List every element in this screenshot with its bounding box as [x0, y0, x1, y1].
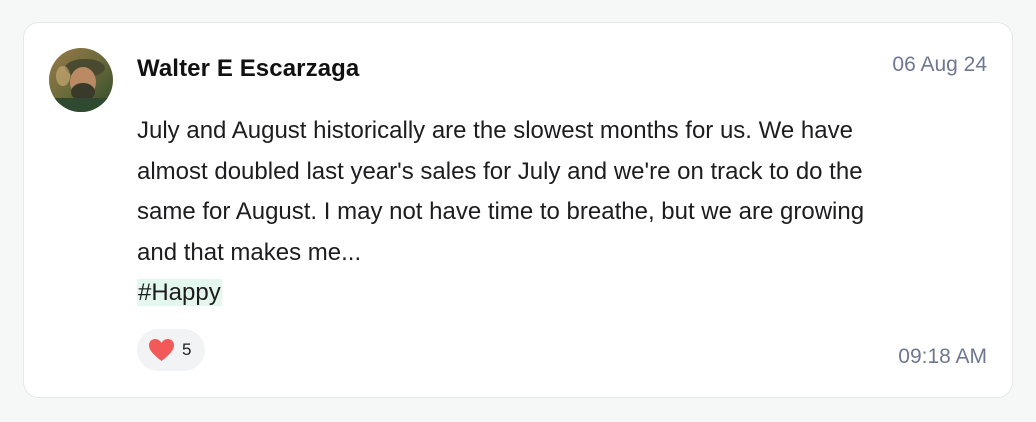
reaction-count: 5 — [182, 340, 192, 359]
hashtag[interactable]: #Happy — [137, 279, 222, 306]
avatar[interactable] — [49, 48, 113, 112]
author-name[interactable]: Walter E Escarzaga — [137, 55, 359, 83]
heart-icon — [149, 339, 174, 361]
post-card: Walter E Escarzaga 06 Aug 24 July and Au… — [23, 22, 1013, 398]
post-date: 06 Aug 24 — [892, 53, 987, 76]
post-time: 09:18 AM — [898, 345, 987, 368]
avatar-photo — [49, 48, 113, 112]
message-text: July and August historically are the slo… — [137, 117, 865, 266]
heart-reaction-button[interactable]: 5 — [137, 329, 205, 371]
post-message: July and August historically are the slo… — [137, 111, 877, 314]
